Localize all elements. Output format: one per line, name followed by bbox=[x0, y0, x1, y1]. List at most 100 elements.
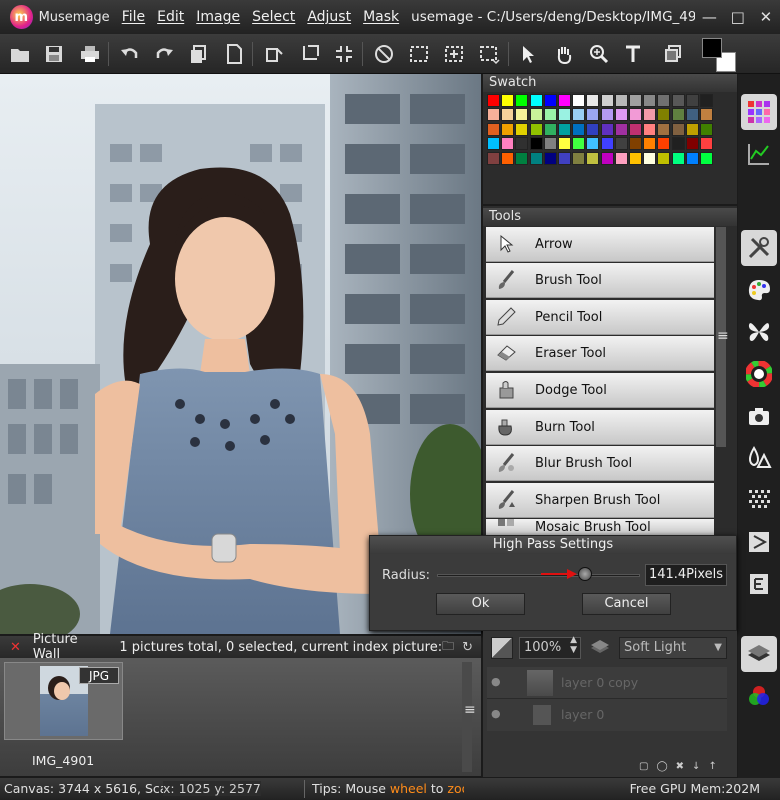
text-tool-icon[interactable] bbox=[619, 40, 647, 68]
swatch-color[interactable] bbox=[685, 151, 699, 165]
swatch-color[interactable] bbox=[543, 108, 557, 122]
swatch-color[interactable] bbox=[501, 122, 515, 136]
layers-panel-icon[interactable] bbox=[741, 636, 777, 672]
layer-row[interactable]: ● layer 0 bbox=[487, 699, 727, 731]
tool-pencil[interactable]: Pencil Tool bbox=[486, 300, 714, 335]
swatch-color[interactable] bbox=[543, 94, 557, 107]
swatch-color[interactable] bbox=[572, 122, 586, 136]
swatch-color[interactable] bbox=[671, 122, 685, 136]
swatch-color[interactable] bbox=[529, 94, 543, 107]
swatch-color[interactable] bbox=[657, 108, 671, 122]
swatch-color[interactable] bbox=[629, 94, 642, 107]
layer-style-icon[interactable] bbox=[590, 639, 610, 657]
swatch-color[interactable] bbox=[643, 151, 657, 165]
color-wheel-icon[interactable] bbox=[741, 356, 777, 392]
hand-icon[interactable] bbox=[550, 40, 578, 68]
select-dashed-icon[interactable] bbox=[475, 40, 503, 68]
swatch-color[interactable] bbox=[600, 122, 614, 136]
swatch-color[interactable] bbox=[543, 151, 557, 165]
swatch-color[interactable] bbox=[629, 122, 642, 136]
minimize-icon[interactable]: — bbox=[695, 8, 723, 26]
cancel-button[interactable]: Cancel bbox=[582, 593, 671, 615]
camera-icon[interactable] bbox=[741, 398, 777, 434]
radius-slider-thumb[interactable] bbox=[578, 567, 593, 581]
visibility-eye-icon[interactable]: ● bbox=[491, 707, 501, 720]
select-move-icon[interactable] bbox=[440, 40, 468, 68]
swatch-color[interactable] bbox=[586, 122, 600, 136]
swatch-color[interactable] bbox=[700, 122, 713, 136]
close-icon[interactable]: ✕ bbox=[10, 640, 21, 655]
swatch-color[interactable] bbox=[515, 94, 529, 107]
swatch-color[interactable] bbox=[558, 137, 571, 151]
swatch-color[interactable] bbox=[700, 108, 713, 122]
butterfly-effects-icon[interactable] bbox=[741, 314, 777, 350]
swatch-color[interactable] bbox=[685, 137, 699, 151]
swatch-color[interactable] bbox=[629, 108, 642, 122]
swatch-color[interactable] bbox=[501, 94, 515, 107]
swatch-color[interactable] bbox=[572, 137, 586, 151]
panel-grip-icon[interactable]: ≡ bbox=[464, 702, 476, 718]
histogram-icon[interactable] bbox=[741, 136, 777, 172]
swatch-color[interactable] bbox=[657, 122, 671, 136]
tools-panel-icon[interactable] bbox=[741, 230, 777, 266]
refresh-icon[interactable]: ↻ bbox=[462, 640, 473, 655]
menu-image[interactable]: Image bbox=[196, 9, 240, 25]
swatch-color[interactable] bbox=[614, 151, 628, 165]
swatch-color[interactable] bbox=[501, 108, 515, 122]
swatch-color[interactable] bbox=[700, 94, 713, 107]
menu-select[interactable]: Select bbox=[252, 9, 295, 25]
menu-file[interactable]: File bbox=[122, 9, 145, 25]
mask-layer-icon[interactable]: ◯ bbox=[656, 761, 667, 775]
rotate-icon[interactable] bbox=[260, 40, 288, 68]
swatch-color[interactable] bbox=[643, 137, 657, 151]
tool-eraser[interactable]: Eraser Tool bbox=[486, 336, 714, 371]
new-layer-icon[interactable]: ▢ bbox=[639, 761, 648, 775]
swatch-color[interactable] bbox=[487, 151, 500, 165]
move-down-icon[interactable]: ↓ bbox=[692, 761, 700, 775]
swatch-color[interactable] bbox=[671, 108, 685, 122]
tool-burn[interactable]: Burn Tool bbox=[486, 410, 714, 445]
swatch-color[interactable] bbox=[572, 151, 586, 165]
menu-mask[interactable]: Mask bbox=[363, 9, 399, 25]
swatch-color[interactable] bbox=[501, 151, 515, 165]
swatch-color[interactable] bbox=[515, 122, 529, 136]
swatch-color[interactable] bbox=[685, 108, 699, 122]
swatch-color[interactable] bbox=[586, 94, 600, 107]
swatch-color[interactable] bbox=[600, 94, 614, 107]
swatch-color[interactable] bbox=[586, 137, 600, 151]
new-page-icon[interactable] bbox=[220, 40, 248, 68]
swatch-color[interactable] bbox=[543, 122, 557, 136]
swatch-color[interactable] bbox=[515, 137, 529, 151]
ok-button[interactable]: Ok bbox=[436, 593, 525, 615]
tool-sharpen-brush[interactable]: Sharpen Brush Tool bbox=[486, 483, 714, 518]
swatch-color[interactable] bbox=[487, 122, 500, 136]
swatch-color[interactable] bbox=[515, 108, 529, 122]
swatch-color[interactable] bbox=[501, 137, 515, 151]
blend-mode-select[interactable]: Soft Light ▼ bbox=[619, 637, 727, 659]
radius-value-field[interactable]: 141.4Pixels bbox=[645, 564, 727, 586]
swatch-color[interactable] bbox=[558, 151, 571, 165]
swatch-color[interactable] bbox=[643, 108, 657, 122]
swatch-color[interactable] bbox=[529, 137, 543, 151]
swatch-color[interactable] bbox=[487, 94, 500, 107]
print-icon[interactable] bbox=[76, 40, 104, 68]
swatch-color[interactable] bbox=[643, 122, 657, 136]
crop-rotate-icon[interactable] bbox=[296, 40, 324, 68]
swatch-color[interactable] bbox=[600, 108, 614, 122]
delete-layer-icon[interactable]: ✖ bbox=[676, 761, 684, 775]
swatch-color[interactable] bbox=[558, 122, 571, 136]
swatch-color[interactable] bbox=[685, 122, 699, 136]
no-selection-icon[interactable] bbox=[370, 40, 398, 68]
select-rect-icon[interactable] bbox=[405, 40, 433, 68]
zoom-icon[interactable] bbox=[585, 40, 613, 68]
close-icon[interactable]: ✕ bbox=[752, 8, 780, 26]
save-icon[interactable] bbox=[40, 40, 68, 68]
swatch-color[interactable] bbox=[558, 108, 571, 122]
move-up-icon[interactable]: ↑ bbox=[708, 761, 716, 775]
open-folder-icon[interactable] bbox=[6, 40, 34, 68]
swatch-color[interactable] bbox=[529, 151, 543, 165]
crop-icon[interactable] bbox=[330, 40, 358, 68]
panel-grip-icon[interactable]: ≡ bbox=[717, 328, 729, 344]
tool-dodge[interactable]: Dodge Tool bbox=[486, 373, 714, 408]
swatch-color[interactable] bbox=[614, 94, 628, 107]
